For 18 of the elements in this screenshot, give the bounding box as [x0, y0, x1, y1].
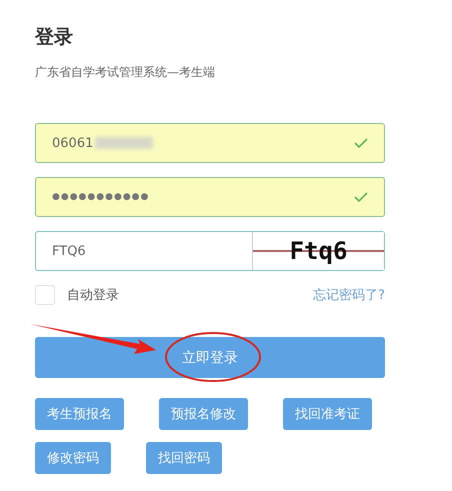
- forgot-password-link[interactable]: 忘记密码了?: [313, 286, 385, 304]
- field-value: FTQ6: [52, 244, 86, 258]
- subtitle: 广东省自学考试管理系统—考生端: [35, 64, 216, 81]
- username-field[interactable]: 06061: [35, 123, 385, 163]
- action-button[interactable]: 预报名修改: [159, 398, 248, 430]
- check-icon: [354, 191, 368, 203]
- page-title: 登录: [35, 25, 74, 50]
- field-value: ●●●●●●●●●●●: [52, 192, 150, 202]
- login-button[interactable]: 立即登录: [35, 337, 385, 378]
- check-icon: [354, 137, 368, 149]
- action-button[interactable]: 找回准考证: [283, 398, 372, 430]
- action-button[interactable]: 考生预报名: [35, 398, 124, 430]
- password-field[interactable]: ●●●●●●●●●●●: [35, 177, 385, 217]
- action-button[interactable]: 修改密码: [35, 442, 111, 474]
- checkbox-label: 自动登录: [67, 287, 119, 304]
- field-value: 06061: [52, 136, 94, 150]
- checkbox[interactable]: [35, 285, 55, 305]
- action-button[interactable]: 找回密码: [146, 442, 222, 474]
